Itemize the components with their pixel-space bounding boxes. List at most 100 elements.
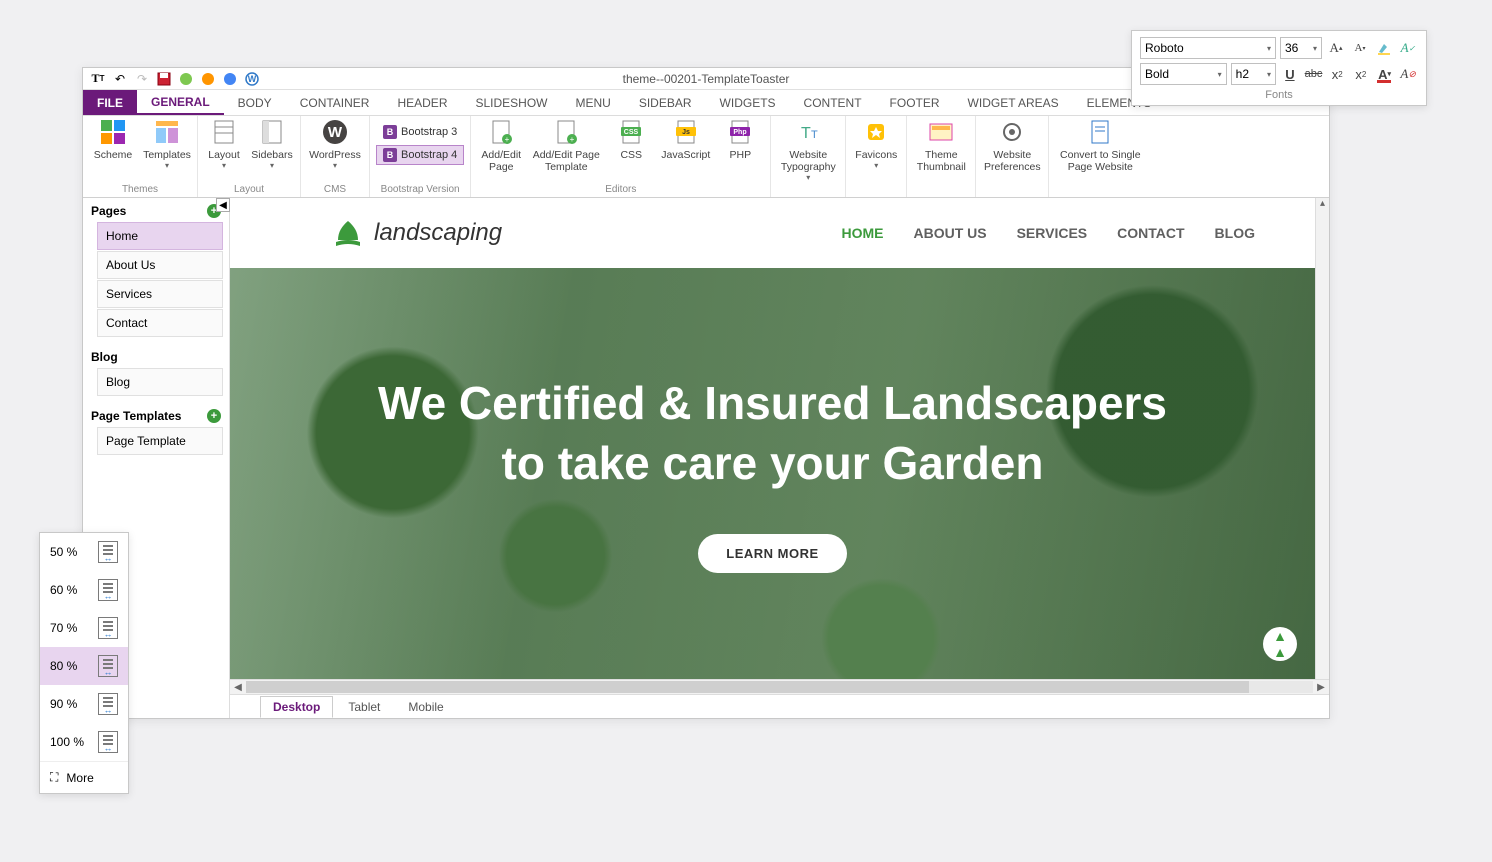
underline-icon[interactable]: U xyxy=(1280,64,1300,84)
nav-blog[interactable]: BLOG xyxy=(1215,225,1255,241)
font-family-select[interactable]: Roboto▾ xyxy=(1140,37,1276,59)
zoom-70[interactable]: 70 % xyxy=(40,609,128,647)
page-width-icon xyxy=(98,655,118,677)
svg-text:Js: Js xyxy=(682,129,690,136)
font-size-select[interactable]: 36▾ xyxy=(1280,37,1322,59)
css-editor-button[interactable]: CSSCSS xyxy=(607,118,655,161)
js-label: JavaScript xyxy=(661,149,710,161)
nav-contact[interactable]: CONTACT xyxy=(1117,225,1184,241)
text-highlight-icon[interactable] xyxy=(1374,38,1394,58)
favicons-label: Favicons xyxy=(855,149,897,161)
convert-page-icon xyxy=(1086,118,1114,146)
zoom-60[interactable]: 60 % xyxy=(40,571,128,609)
page-item-about[interactable]: About Us xyxy=(97,251,223,279)
ribbon-tab-widget-areas[interactable]: WIDGET AREAS xyxy=(954,90,1073,115)
zoom-90[interactable]: 90 % xyxy=(40,685,128,723)
increase-font-icon[interactable]: A▴ xyxy=(1326,38,1346,58)
php-editor-button[interactable]: PhpPHP xyxy=(716,118,764,161)
add-edit-page-button[interactable]: +Add/Edit Page xyxy=(477,118,525,173)
chevron-down-icon: ▾ xyxy=(1218,70,1222,79)
heading-tag-select[interactable]: h2▾ xyxy=(1231,63,1276,85)
typography-button[interactable]: TTWebsite Typography▾ xyxy=(777,118,839,182)
device-tab-mobile[interactable]: Mobile xyxy=(395,696,456,718)
scroll-right-icon[interactable]: ▶ xyxy=(1313,682,1329,693)
ribbon-tab-footer[interactable]: FOOTER xyxy=(876,90,954,115)
ribbon-tab-general[interactable]: GENERAL xyxy=(137,90,224,115)
browser-firefox-icon[interactable] xyxy=(199,70,217,88)
sidebars-button[interactable]: Sidebars▾ xyxy=(250,118,294,170)
scroll-up-button[interactable]: ▲▲ xyxy=(1263,627,1297,661)
hero-heading: We Certified & Insured Landscapersto tak… xyxy=(378,374,1167,494)
learn-more-button[interactable]: LEARN MORE xyxy=(698,534,846,573)
nav-home[interactable]: HOME xyxy=(841,225,883,241)
ribbon-tab-menu[interactable]: MENU xyxy=(562,90,625,115)
group-label-cms: CMS xyxy=(307,182,363,197)
scheme-button[interactable]: Scheme xyxy=(89,118,137,161)
zoom-50[interactable]: 50 % xyxy=(40,533,128,571)
convert-label: Convert to Single Page Website xyxy=(1060,149,1141,173)
add-template-icon[interactable]: + xyxy=(207,409,221,423)
ribbon-tab-widgets[interactable]: WIDGETS xyxy=(706,90,790,115)
vertical-scrollbar[interactable]: ▴ xyxy=(1315,198,1329,679)
zoom-80[interactable]: 80 % xyxy=(40,647,128,685)
convert-single-page-button[interactable]: Convert to Single Page Website xyxy=(1055,118,1145,173)
save-icon[interactable] xyxy=(155,70,173,88)
ribbon-tab-header[interactable]: HEADER xyxy=(383,90,461,115)
text-tool-icon[interactable]: TT xyxy=(89,70,107,88)
ribbon-tab-sidebar[interactable]: SIDEBAR xyxy=(625,90,706,115)
wordpress-button[interactable]: WWordPress▾ xyxy=(307,118,363,170)
page-width-icon xyxy=(98,541,118,563)
wordpress-icon[interactable]: W xyxy=(243,70,261,88)
device-tab-desktop[interactable]: Desktop xyxy=(260,696,333,718)
favicons-button[interactable]: Favicons▾ xyxy=(852,118,900,170)
clear-formatting-icon[interactable]: A⊘ xyxy=(1398,64,1418,84)
redo-icon[interactable]: ↷ xyxy=(133,70,151,88)
undo-icon[interactable]: ↶ xyxy=(111,70,129,88)
subscript-icon[interactable]: x2 xyxy=(1327,64,1347,84)
theme-thumbnail-button[interactable]: Theme Thumbnail xyxy=(913,118,969,173)
ribbon-tab-slideshow[interactable]: SLIDESHOW xyxy=(461,90,561,115)
nav-about[interactable]: ABOUT US xyxy=(913,225,986,241)
bootstrap4-label: Bootstrap 4 xyxy=(401,149,457,161)
blog-item[interactable]: Blog xyxy=(97,368,223,396)
ribbon-tab-container[interactable]: CONTAINER xyxy=(286,90,384,115)
page-item-services[interactable]: Services xyxy=(97,280,223,308)
wordpress-cms-icon: W xyxy=(321,118,349,146)
strikethrough-icon[interactable]: abc xyxy=(1304,64,1324,84)
font-color-icon[interactable]: A▾ xyxy=(1375,64,1395,84)
scrollbar-thumb[interactable] xyxy=(246,681,1249,693)
add-edit-template-button[interactable]: +Add/Edit Page Template xyxy=(531,118,601,173)
chevron-down-icon: ▾ xyxy=(1313,44,1317,53)
svg-text:T: T xyxy=(801,125,811,142)
zoom-more[interactable]: ⛶More xyxy=(40,761,128,793)
superscript-icon[interactable]: x2 xyxy=(1351,64,1371,84)
decrease-font-icon[interactable]: A▾ xyxy=(1350,38,1370,58)
collapse-sidebar-button[interactable]: ◀ xyxy=(216,198,230,212)
bootstrap4-option[interactable]: BBootstrap 4 xyxy=(376,145,464,165)
canvas-viewport[interactable]: ▴ landscaping HOME ABOUT US SERVICES CON… xyxy=(230,198,1329,679)
nav-services[interactable]: SERVICES xyxy=(1017,225,1088,241)
scroll-left-icon[interactable]: ◀ xyxy=(230,682,246,693)
add-page-label: Add/Edit Page xyxy=(481,149,521,173)
font-style-icon[interactable]: A✓ xyxy=(1398,38,1418,58)
horizontal-scrollbar[interactable]: ◀ ▶ xyxy=(230,679,1329,694)
ribbon-tab-content[interactable]: CONTENT xyxy=(790,90,876,115)
browser-chrome-icon[interactable] xyxy=(221,70,239,88)
preferences-button[interactable]: Website Preferences xyxy=(982,118,1042,173)
zoom-100[interactable]: 100 % xyxy=(40,723,128,761)
font-weight-select[interactable]: Bold▾ xyxy=(1140,63,1227,85)
template-item[interactable]: Page Template xyxy=(97,427,223,455)
page-item-home[interactable]: Home xyxy=(97,222,223,250)
templates-button[interactable]: Templates▾ xyxy=(143,118,191,170)
page-item-contact[interactable]: Contact xyxy=(97,309,223,337)
chevron-down-icon: ▾ xyxy=(1267,70,1271,79)
js-editor-button[interactable]: Js JavaScript xyxy=(661,118,710,161)
site-preview: landscaping HOME ABOUT US SERVICES CONTA… xyxy=(230,198,1315,679)
site-logo[interactable]: landscaping xyxy=(330,218,502,248)
layout-button[interactable]: Layout▾ xyxy=(204,118,244,170)
bootstrap3-option[interactable]: BBootstrap 3 xyxy=(376,122,464,142)
device-tab-tablet[interactable]: Tablet xyxy=(335,696,393,718)
browser-safari-icon[interactable] xyxy=(177,70,195,88)
ribbon-tab-file[interactable]: FILE xyxy=(83,90,137,115)
ribbon-tab-body[interactable]: BODY xyxy=(224,90,286,115)
